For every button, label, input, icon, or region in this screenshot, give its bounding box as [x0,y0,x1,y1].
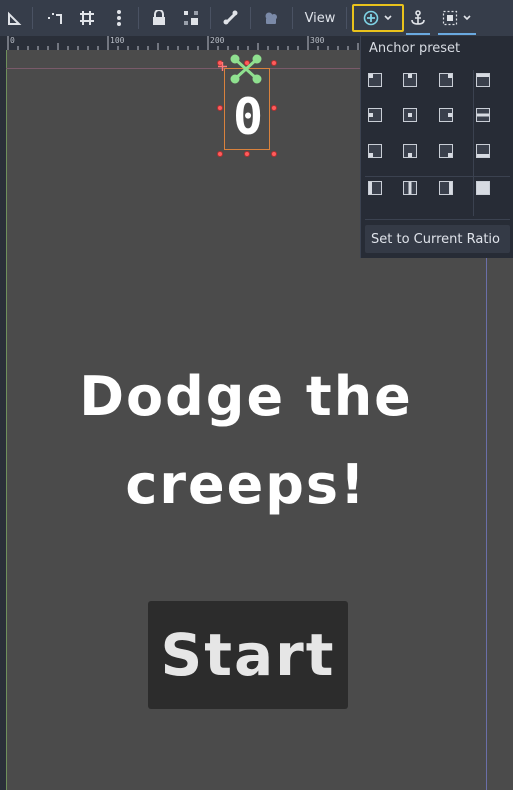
pivot-icon [218,62,227,71]
active-tab-underline [438,33,476,35]
message-label-line-2: creeps! [125,453,367,516]
toolbar-separator [346,7,347,29]
anchor-top-left-icon[interactable] [368,73,382,87]
toolbar-separator [250,7,251,29]
resize-handle[interactable] [271,151,277,157]
anchor-preset-popup: Anchor preset Set to Current Ratio [360,36,513,258]
toolbar-separator [32,7,33,29]
anchor-full-rect-icon[interactable] [476,181,490,195]
more-options-icon[interactable] [108,4,130,32]
camera-icon[interactable] [260,4,282,32]
editor-toolbar: View [0,0,513,36]
start-button[interactable]: Start [148,601,348,709]
anchor-gizmo-icon[interactable] [228,54,264,84]
popup-separator [365,176,510,177]
anchor-center-top-icon[interactable] [403,73,417,87]
bone-icon[interactable] [220,4,242,32]
anchor-bottom-left-icon[interactable] [368,144,382,158]
group-icon[interactable] [180,4,202,32]
container-sizing-icon [442,10,458,26]
active-tab-underline [406,33,430,35]
anchor-center-left-icon[interactable] [368,108,382,122]
chevron-down-icon [384,15,392,21]
anchor-center-right-icon[interactable] [439,108,453,122]
anchor-center-icon[interactable] [403,108,417,122]
view-menu-label: View [304,10,336,26]
ruler-icon[interactable] [4,4,26,32]
anchor-right-wide-icon[interactable] [439,181,453,195]
toolbar-separator [292,7,293,29]
anchor-top-wide-icon[interactable] [476,73,490,87]
container-sizing-button[interactable] [438,4,476,32]
anchor-vcenter-wide-icon[interactable] [403,181,417,195]
anchor-center-bottom-icon[interactable] [403,144,417,158]
popup-separator [473,70,474,216]
ruler-label: 0 [10,36,15,45]
resize-handle[interactable] [271,60,277,66]
ruler-label: 300 [310,36,325,45]
resize-handle[interactable] [244,151,250,157]
anchor-preset-icon [363,10,379,26]
anchor-icon[interactable] [406,4,430,32]
anchor-hcenter-wide-icon[interactable] [476,108,490,122]
score-label[interactable]: 0 [225,84,271,150]
anchor-bottom-wide-icon[interactable] [476,144,490,158]
set-to-current-ratio-button[interactable]: Set to Current Ratio [365,225,510,253]
anchor-left-wide-icon[interactable] [368,181,382,195]
toolbar-separator [138,7,139,29]
message-label[interactable]: Dodge the creeps! [6,353,486,529]
resize-handle[interactable] [271,105,277,111]
toolbar-separator [210,7,211,29]
smart-snap-icon[interactable] [44,4,66,32]
popup-title: Anchor preset [369,41,461,56]
ruler-label: 100 [110,36,125,45]
popup-separator [365,219,510,220]
view-menu-button[interactable]: View [298,4,342,32]
anchor-top-right-icon[interactable] [439,73,453,87]
grid-snap-icon[interactable] [76,4,98,32]
resize-handle[interactable] [217,105,223,111]
message-label-line-1: Dodge the [79,365,413,428]
chevron-down-icon [463,15,471,21]
anchor-preset-button[interactable] [352,4,404,32]
resize-handle[interactable] [217,151,223,157]
lock-icon[interactable] [148,4,170,32]
ruler-label: 200 [210,36,225,45]
anchor-bottom-right-icon[interactable] [439,144,453,158]
